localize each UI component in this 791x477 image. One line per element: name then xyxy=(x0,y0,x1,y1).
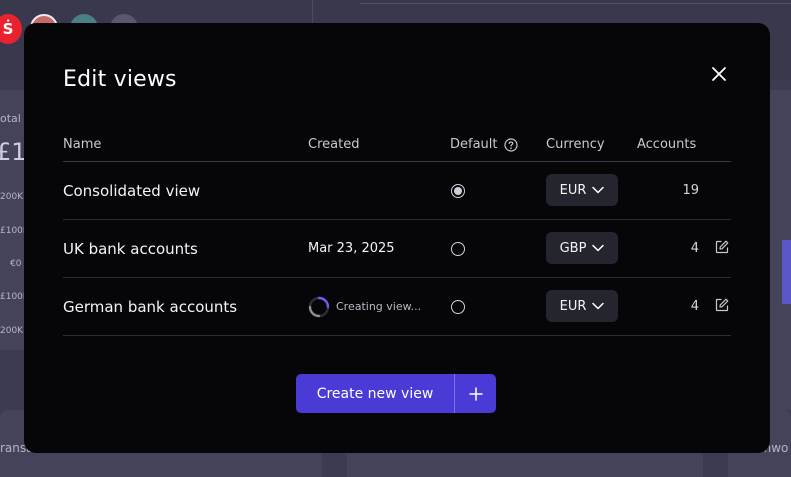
background-left-panel xyxy=(0,90,24,350)
background-tick: 200K xyxy=(0,326,24,336)
header-default-label: Default xyxy=(450,137,498,152)
table-row: German bank accounts Creating view... EU… xyxy=(63,278,731,336)
currency-value: EUR xyxy=(559,298,587,314)
currency-dropdown[interactable]: EUR xyxy=(546,174,618,206)
chevron-down-icon xyxy=(592,244,605,252)
edit-icon[interactable] xyxy=(715,240,729,254)
accounts-count: 4 xyxy=(690,299,699,314)
background-tick: €0 xyxy=(10,259,22,269)
background-accent-bar xyxy=(782,240,791,304)
create-new-view-button[interactable]: Create new view xyxy=(296,374,454,413)
header-currency: Currency xyxy=(546,137,605,152)
view-name: German bank accounts xyxy=(63,297,238,316)
chevron-down-icon xyxy=(592,186,605,194)
default-radio[interactable] xyxy=(451,299,465,314)
header-default: Default xyxy=(450,137,518,152)
close-button[interactable] xyxy=(708,63,730,85)
radio-selected-dot xyxy=(454,186,462,195)
plus-icon xyxy=(468,386,483,401)
spinner-icon xyxy=(308,296,330,317)
accounts-count: 19 xyxy=(682,183,699,198)
background-total-label: otal xyxy=(0,112,21,125)
default-radio-cell xyxy=(451,220,465,277)
view-name: Consolidated view xyxy=(63,181,201,200)
accounts-count: 4 xyxy=(690,241,699,256)
table-row: Consolidated view EUR 19 xyxy=(63,162,731,220)
table-row: UK bank accounts Mar 23, 2025 GBP 4 xyxy=(63,220,731,278)
header-name: Name xyxy=(63,137,102,152)
help-circle-icon[interactable] xyxy=(503,137,518,152)
default-radio[interactable] xyxy=(451,241,465,256)
chevron-down-icon xyxy=(592,302,605,310)
creating-label: Creating view... xyxy=(336,300,422,313)
view-creating-status: Creating view... xyxy=(308,278,421,335)
currency-dropdown[interactable]: EUR xyxy=(546,290,618,322)
modal-title: Edit views xyxy=(63,67,177,92)
close-icon xyxy=(712,67,726,81)
edit-icon[interactable] xyxy=(715,298,729,312)
default-radio[interactable] xyxy=(451,183,465,198)
edit-views-modal: Edit views Name Created Default Currency… xyxy=(24,23,770,453)
create-new-view-button-group: Create new view xyxy=(296,374,496,413)
background-tick: 200K xyxy=(0,192,24,202)
default-radio-cell xyxy=(451,278,465,335)
currency-value: GBP xyxy=(559,240,587,256)
add-view-button[interactable] xyxy=(455,374,496,413)
view-name: UK bank accounts xyxy=(63,239,198,258)
background-line xyxy=(360,3,791,4)
currency-value: EUR xyxy=(559,182,587,198)
default-radio-cell xyxy=(451,162,465,219)
header-created: Created xyxy=(308,137,360,152)
view-created: Mar 23, 2025 xyxy=(308,241,395,256)
header-accounts: Accounts xyxy=(637,137,697,152)
currency-dropdown[interactable]: GBP xyxy=(546,232,618,264)
